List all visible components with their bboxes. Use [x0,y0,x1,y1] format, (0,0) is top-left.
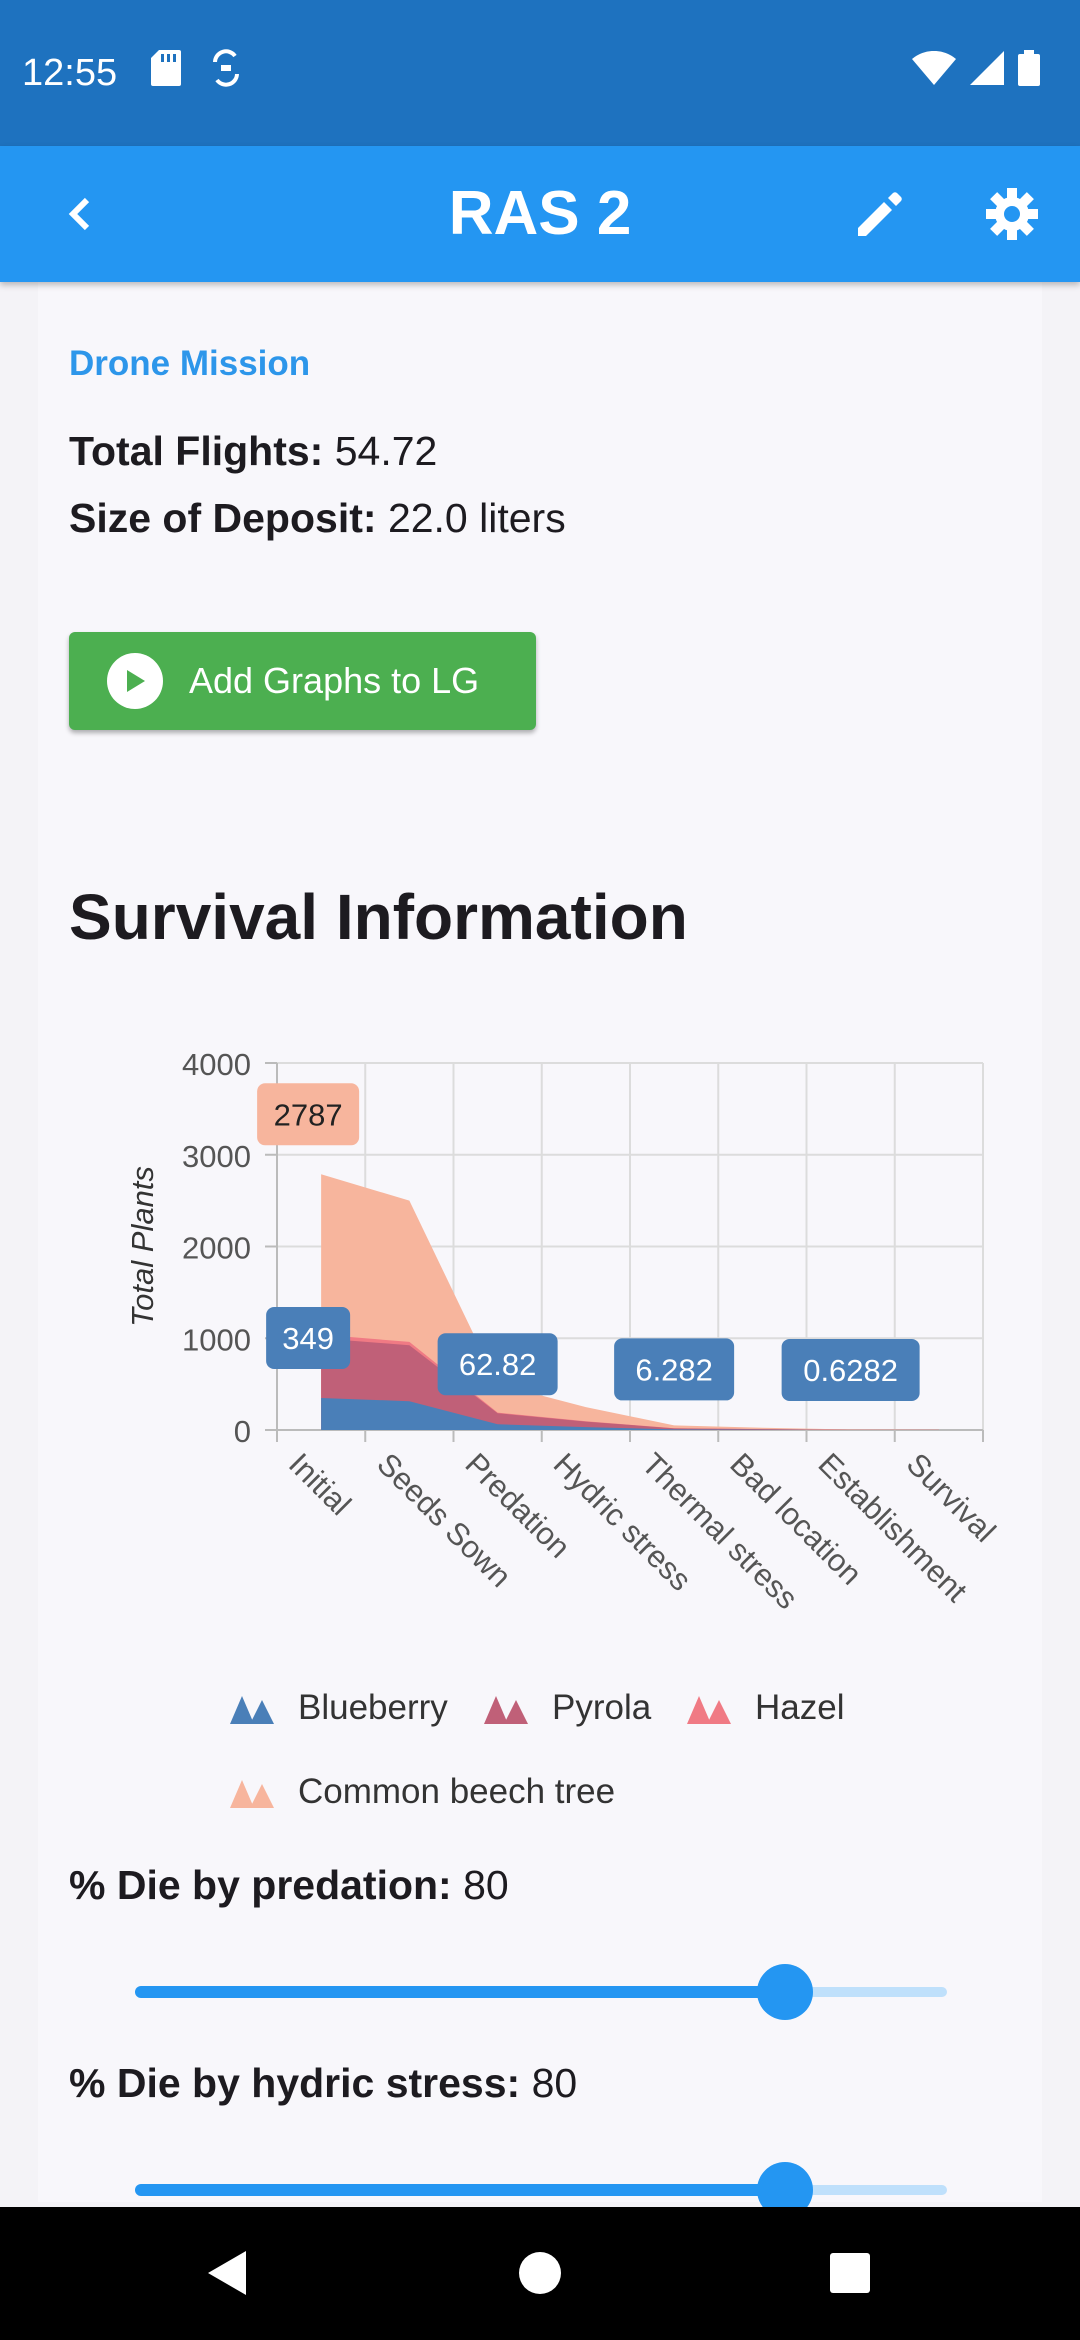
legend-label: Pyrola [552,1688,652,1727]
total-flights-row: Total Flights: 54.72 [69,428,437,475]
pencil-icon[interactable] [850,184,910,244]
wifi-icon [912,50,956,95]
app-bar: RAS 2 [0,146,1080,282]
slider-fill [135,2184,785,2196]
legend-label: Hazel [755,1688,845,1727]
home-circle-icon[interactable] [510,2243,570,2303]
deposit-label: Size of Deposit: [69,495,377,541]
hydric-stress-row: % Die by hydric stress: 80 [69,2060,577,2107]
data-label: 0.6282 [803,1353,898,1388]
gear-icon[interactable] [982,184,1042,244]
y-tick-label: 3000 [182,1139,251,1174]
deposit-row: Size of Deposit: 22.0 liters [69,495,566,542]
sd-card-icon [151,50,182,96]
total-flights-label: Total Flights: [69,428,324,474]
x-tick-label: Thermal stress [635,1446,805,1616]
slider-fill [135,1986,785,1998]
data-label: 6.282 [635,1352,713,1387]
predation-label: % Die by predation: [69,1862,452,1908]
legend-swatch-common-beech-tree [230,1780,274,1808]
signal-icon [970,51,1004,95]
data-label: 62.82 [459,1347,537,1382]
data-label: 2787 [274,1097,343,1132]
legend-item-pyrola[interactable]: Pyrola [482,1688,651,1728]
legend-label: Common beech tree [298,1772,616,1811]
status-bar: 12:55 [0,0,1080,146]
predation-row: % Die by predation: 80 [69,1862,509,1909]
add-graphs-label: Add Graphs to LG [189,660,480,701]
legend-item-common-beech-tree[interactable]: Common beech tree [228,1772,615,1812]
total-flights-value: 54.72 [334,428,438,474]
deposit-value: 22.0 liters [387,495,566,541]
y-tick-label: 4000 [182,1047,251,1082]
survival-heading: Survival Information [69,881,688,953]
hydric-stress-value: 80 [531,2060,578,2106]
legend-swatch-hazel [687,1696,731,1724]
predation-value: 80 [463,1862,509,1908]
y-tick-label: 2000 [182,1231,251,1266]
legend-label: Blueberry [298,1688,448,1727]
data-label: 349 [282,1321,334,1356]
battery-icon [1018,50,1040,96]
predation-slider[interactable] [135,1962,947,2022]
add-graphs-button[interactable]: Add Graphs to LG [69,632,536,730]
hydric-stress-label: % Die by hydric stress: [69,2060,521,2106]
system-nav-bar [0,2207,1080,2340]
y-axis-title: Total Plants [125,1166,160,1327]
page-title: RAS 2 [448,179,632,248]
x-tick-label: Initial [282,1446,358,1522]
survival-chart: 40003000200010000Total PlantsInitial Seed… [125,1047,1003,1616]
slider-thumb[interactable] [756,1964,813,2020]
recents-square-icon[interactable] [820,2243,880,2303]
legend-swatch-blueberry [230,1696,274,1724]
drone-mission-label: Drone Mission [69,344,311,383]
y-tick-label: 0 [234,1414,251,1449]
legend-item-hazel[interactable]: Hazel [685,1688,844,1728]
play-circle-icon [107,653,163,709]
legend-item-blueberry[interactable]: Blueberry [228,1688,448,1728]
sync-icon [211,48,241,98]
back-chevron-icon[interactable] [54,190,102,238]
legend-swatch-pyrola [484,1696,528,1724]
back-triangle-icon[interactable] [196,2243,256,2303]
status-time: 12:55 [22,51,118,94]
y-tick-label: 1000 [182,1322,251,1357]
